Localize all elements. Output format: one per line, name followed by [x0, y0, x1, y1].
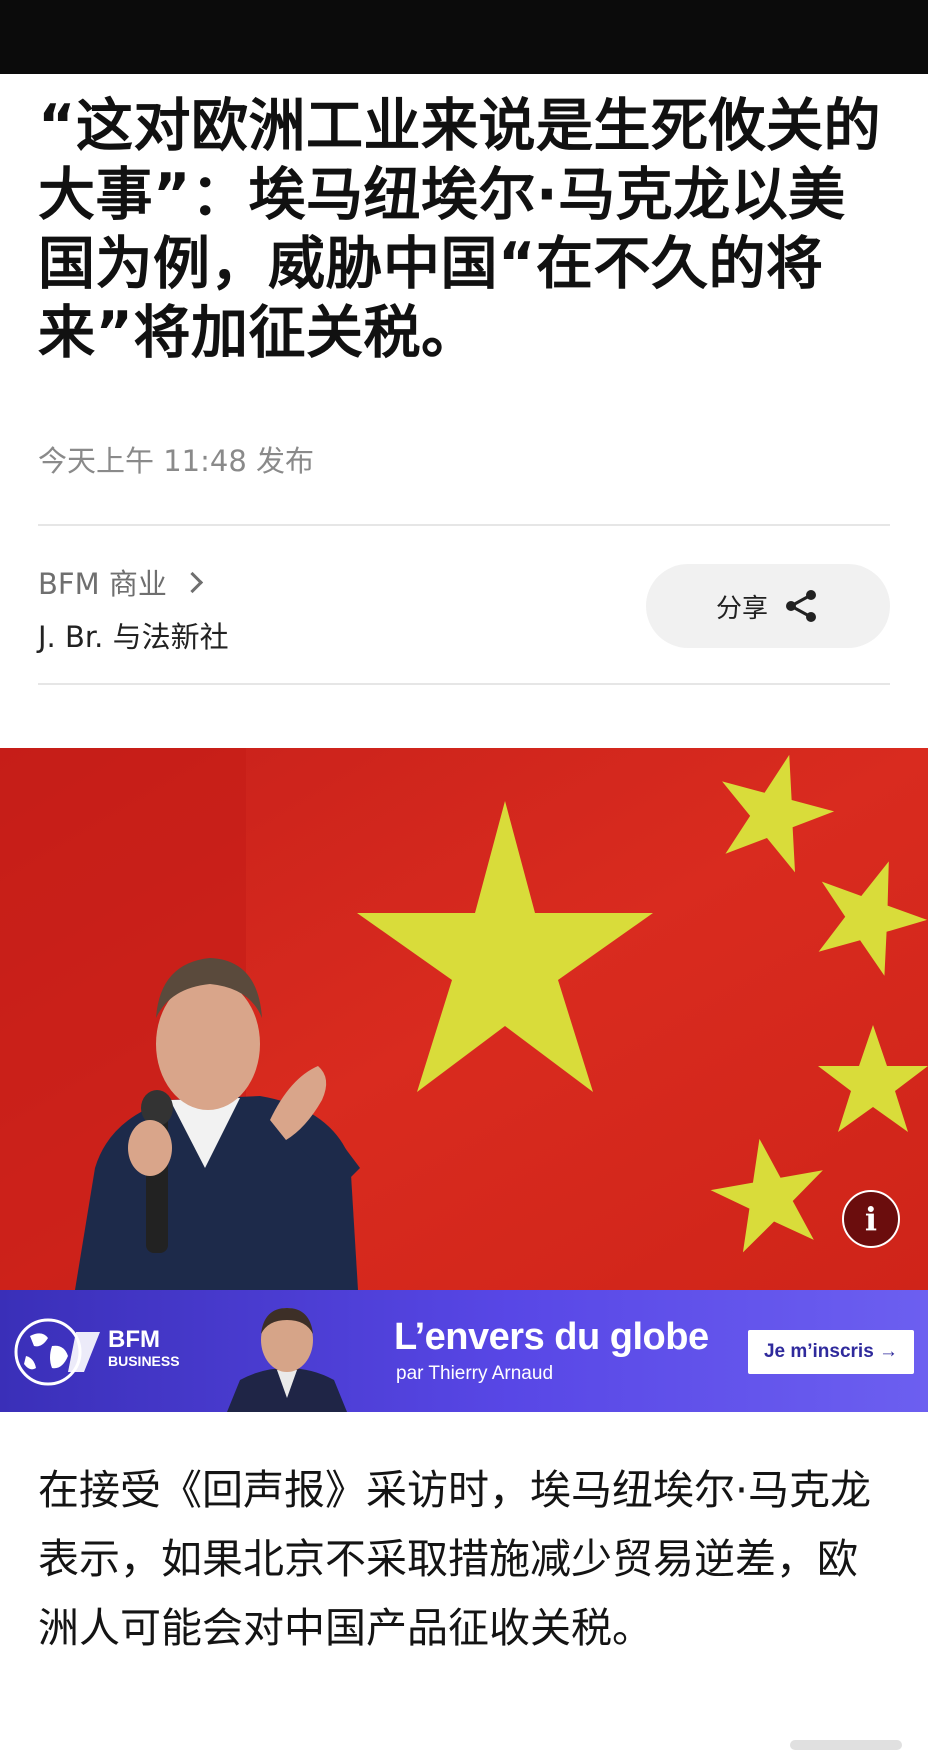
- logo-bfm: BFM: [108, 1326, 160, 1353]
- presenter-photo: [227, 1308, 347, 1412]
- article-body: 在接受《回声报》采访时，埃马纽埃尔·马克龙表示，如果北京不采取措施减少贸易逆差，…: [38, 1466, 872, 1652]
- top-status-bar: [0, 0, 928, 74]
- divider-top: [38, 524, 890, 526]
- chevron-right-icon: [181, 571, 203, 593]
- share-button[interactable]: 分享: [646, 564, 890, 648]
- banner-subtitle: par Thierry Arnaud: [396, 1363, 554, 1384]
- share-label: 分享: [715, 593, 768, 624]
- globe-logo-icon: [14, 1318, 100, 1386]
- ad-banner[interactable]: BFM BUSINESS L’envers du globe par Thier…: [0, 1290, 928, 1412]
- info-button[interactable]: i: [842, 1190, 900, 1248]
- logo-business: BUSINESS: [108, 1353, 180, 1369]
- banner-title: L’envers du globe: [394, 1316, 709, 1358]
- byline: J. Br. 与法新社: [38, 620, 229, 654]
- hero-photo-illustration: [0, 748, 928, 1290]
- home-indicator: [790, 1740, 902, 1750]
- article-headline: “这对欧洲工业来说是生死攸关的大事”：埃马纽埃尔·马克龙以美国为例，威胁中国“在…: [38, 93, 881, 366]
- divider-bottom: [38, 683, 890, 685]
- source-label: BFM 商业: [38, 567, 167, 601]
- subscribe-button[interactable]: Je m’inscris →: [748, 1330, 914, 1374]
- bfm-business-logo: BFM BUSINESS: [108, 1326, 180, 1369]
- share-icon: [786, 590, 816, 622]
- publish-time: 今天上午 11:48 发布: [38, 444, 315, 478]
- hero-image: [0, 748, 928, 1290]
- source-link[interactable]: BFM 商业: [38, 561, 203, 603]
